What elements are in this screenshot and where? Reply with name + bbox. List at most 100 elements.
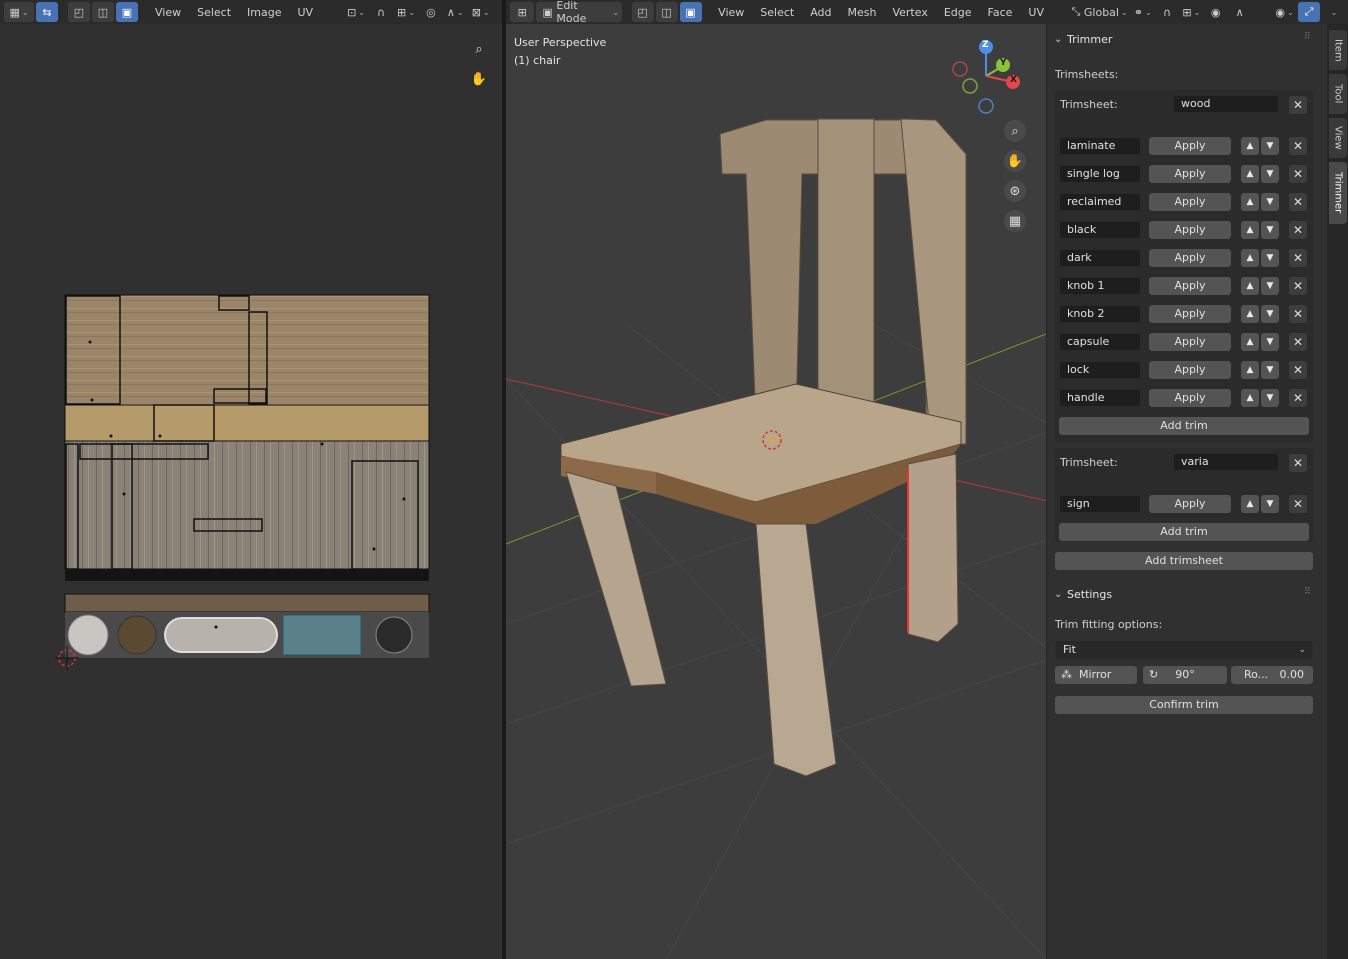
vp-snap-target-icon[interactable]: ⊞ ⌄ (1180, 2, 1203, 22)
trim-apply-button[interactable]: Apply (1149, 277, 1231, 295)
trim-name-field[interactable]: single log (1059, 165, 1141, 183)
trim-apply-button[interactable]: Apply (1149, 193, 1231, 211)
trim-apply-button[interactable]: Apply (1149, 305, 1231, 323)
rotation-field[interactable]: Ro... 0.00 (1231, 666, 1313, 684)
trim-name-field[interactable]: laminate (1059, 137, 1141, 155)
vp-proportional-icon[interactable]: ◉ (1205, 2, 1227, 22)
add-trimsheet-button[interactable]: Add trimsheet (1055, 552, 1313, 570)
vp-menu-vertex[interactable]: Vertex (885, 6, 934, 19)
trim-apply-button[interactable]: Apply (1149, 333, 1231, 351)
move-down-button[interactable]: ▼ (1261, 165, 1279, 183)
move-up-button[interactable]: ▲ (1241, 389, 1259, 407)
trimsheet-name-field[interactable]: wood (1173, 95, 1279, 113)
image-browse-icon[interactable]: ⊠ ⌄ (469, 2, 493, 22)
trim-name-field[interactable]: handle (1059, 389, 1141, 407)
tab-trimmer[interactable]: Trimmer (1329, 162, 1347, 224)
trim-name-field[interactable]: dark (1059, 249, 1141, 267)
vp-menu-uv[interactable]: UV (1021, 6, 1051, 19)
falloff-icon[interactable]: ∧ ⌄ (444, 2, 467, 22)
move-up-button[interactable]: ▲ (1241, 333, 1259, 351)
vp-menu-mesh[interactable]: Mesh (841, 6, 884, 19)
remove-trim-button[interactable]: ✕ (1289, 495, 1307, 513)
move-down-button[interactable]: ▼ (1261, 193, 1279, 211)
move-down-button[interactable]: ▼ (1261, 389, 1279, 407)
remove-trim-button[interactable]: ✕ (1289, 305, 1307, 323)
move-up-button[interactable]: ▲ (1241, 305, 1259, 323)
uv-menu-image[interactable]: Image (240, 6, 288, 19)
trim-apply-button[interactable]: Apply (1149, 361, 1231, 379)
vp-pan-hand-icon[interactable]: ✋ (1004, 150, 1026, 172)
edge-select-mode[interactable]: ◫ (92, 2, 114, 22)
trim-name-field[interactable]: sign (1059, 495, 1141, 513)
move-up-button[interactable]: ▲ (1241, 165, 1259, 183)
trimmer-collapse-icon[interactable]: ⌄ (1054, 34, 1062, 45)
trim-apply-button[interactable]: Apply (1149, 221, 1231, 239)
settings-panel-title[interactable]: Settings (1067, 588, 1112, 601)
uv-sync-toggle[interactable]: ⇆ (36, 2, 58, 22)
vp-menu-add[interactable]: Add (803, 6, 838, 19)
move-up-button[interactable]: ▲ (1241, 193, 1259, 211)
trim-name-field[interactable]: lock (1059, 361, 1141, 379)
zoom-icon[interactable]: ⌕ (468, 38, 490, 60)
fit-dropdown[interactable]: Fit ⌄ (1055, 641, 1313, 659)
confirm-trim-button[interactable]: Confirm trim (1055, 696, 1313, 714)
remove-trim-button[interactable]: ✕ (1289, 389, 1307, 407)
editor-type-3d-button[interactable]: ⊞ (510, 2, 535, 22)
visibility-icon[interactable]: ◉ ⌄ (1273, 2, 1296, 22)
trim-name-field[interactable]: reclaimed (1059, 193, 1141, 211)
add-trim-button-2[interactable]: Add trim (1059, 523, 1309, 541)
rotate-90-button[interactable]: ↻ 90° (1143, 666, 1227, 684)
settings-collapse-icon[interactable]: ⌄ (1054, 589, 1062, 600)
vp-vertex-select-mode[interactable]: ◰ (631, 2, 654, 22)
trim-apply-button[interactable]: Apply (1149, 495, 1231, 513)
tab-item[interactable]: Item (1329, 30, 1347, 70)
add-trim-button[interactable]: Add trim (1059, 417, 1309, 435)
trim-name-field[interactable]: knob 2 (1059, 305, 1141, 323)
trim-apply-button[interactable]: Apply (1149, 137, 1231, 155)
trimsheet-name-field-2[interactable]: varia (1173, 453, 1279, 471)
move-up-button[interactable]: ▲ (1241, 221, 1259, 239)
remove-trim-button[interactable]: ✕ (1289, 221, 1307, 239)
snap-icon[interactable]: ∩ (370, 2, 392, 22)
gizmo-dropdown-icon[interactable]: ⌄ (1322, 2, 1344, 22)
uv-menu-select[interactable]: Select (190, 6, 238, 19)
move-down-button[interactable]: ▼ (1261, 495, 1279, 513)
move-down-button[interactable]: ▼ (1261, 333, 1279, 351)
move-down-button[interactable]: ▼ (1261, 277, 1279, 295)
navigation-gizmo[interactable]: Z Y X (950, 38, 1026, 114)
remove-trimsheet-button[interactable]: ✕ (1289, 96, 1307, 114)
trim-apply-button[interactable]: Apply (1149, 165, 1231, 183)
move-down-button[interactable]: ▼ (1261, 249, 1279, 267)
vp-menu-view[interactable]: View (711, 6, 751, 19)
orientation-dropdown[interactable]: ⤡ Global ⌄ (1070, 2, 1130, 22)
remove-trim-button[interactable]: ✕ (1289, 249, 1307, 267)
move-down-button[interactable]: ▼ (1261, 361, 1279, 379)
vp-face-select-mode[interactable]: ▣ (679, 2, 702, 22)
tab-tool[interactable]: Tool (1329, 74, 1347, 114)
remove-trim-button[interactable]: ✕ (1289, 165, 1307, 183)
vp-menu-edge[interactable]: Edge (937, 6, 979, 19)
pan-hand-icon[interactable]: ✋ (468, 68, 490, 90)
uv-editor[interactable]: ⌕ ✋ (0, 24, 502, 959)
uv-menu-uv[interactable]: UV (291, 6, 321, 19)
trim-name-field[interactable]: knob 1 (1059, 277, 1141, 295)
move-up-button[interactable]: ▲ (1241, 495, 1259, 513)
mirror-button[interactable]: ⁂ Mirror (1055, 666, 1137, 684)
tab-view[interactable]: View (1329, 118, 1347, 158)
editor-type-button[interactable]: ▦ ⌄ (4, 2, 34, 22)
trim-name-field[interactable]: capsule (1059, 333, 1141, 351)
remove-trimsheet-button-2[interactable]: ✕ (1289, 454, 1307, 472)
face-select-mode[interactable]: ▣ (116, 2, 138, 22)
2d-cursor-icon[interactable] (55, 646, 79, 670)
remove-trim-button[interactable]: ✕ (1289, 333, 1307, 351)
move-down-button[interactable]: ▼ (1261, 305, 1279, 323)
trim-apply-button[interactable]: Apply (1149, 389, 1231, 407)
remove-trim-button[interactable]: ✕ (1289, 277, 1307, 295)
snap-target-icon[interactable]: ⊞ ⌄ (394, 2, 418, 22)
vp-snap-icon[interactable]: ∩ (1156, 2, 1178, 22)
remove-trim-button[interactable]: ✕ (1289, 193, 1307, 211)
settings-drag-handle-icon[interactable]: ⠿ (1304, 587, 1311, 597)
panel-drag-handle-icon[interactable]: ⠿ (1304, 32, 1311, 42)
uv-menu-view[interactable]: View (148, 6, 188, 19)
move-down-button[interactable]: ▼ (1261, 137, 1279, 155)
